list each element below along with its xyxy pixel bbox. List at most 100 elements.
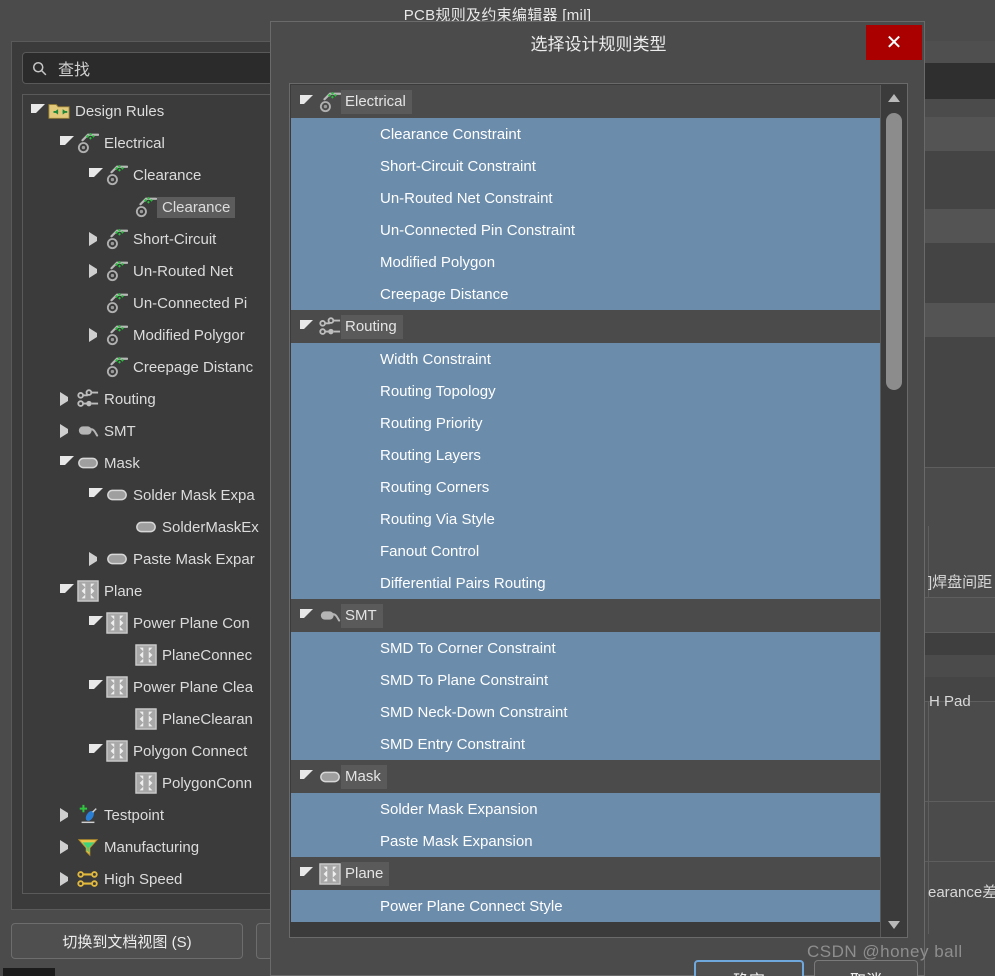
tree-arrow-placeholder xyxy=(118,200,132,214)
tree-item-clearance[interactable]: Clearance xyxy=(23,191,297,223)
close-icon[interactable]: ✕ xyxy=(866,25,922,60)
rule-type-item[interactable]: Solder Mask Expansion xyxy=(291,793,891,825)
tree-item-solder-mask-expa[interactable]: Solder Mask Expa xyxy=(23,479,297,511)
taskbar-indicator xyxy=(3,968,55,976)
rule-group-header-plane[interactable]: Plane xyxy=(291,857,891,890)
tree-item-short-circuit[interactable]: Short-Circuit xyxy=(23,223,297,255)
cancel-button[interactable]: 取消 xyxy=(814,960,918,976)
rule-type-item[interactable]: Paste Mask Expansion xyxy=(291,825,891,857)
chevron-down-icon[interactable] xyxy=(300,770,313,783)
tree-item-paste-mask-expar[interactable]: Paste Mask Expar xyxy=(23,543,297,575)
list-scrollbar[interactable] xyxy=(880,85,907,937)
tree-item-label: Power Plane Con xyxy=(133,614,250,632)
chevron-right-icon[interactable] xyxy=(89,552,103,566)
rule-type-item[interactable]: Short-Circuit Constraint xyxy=(291,150,891,182)
tree-arrow-placeholder xyxy=(118,520,132,534)
chevron-down-icon[interactable] xyxy=(60,136,74,150)
bg-text-1: H Pad xyxy=(929,693,971,710)
tree-item-smt[interactable]: SMT xyxy=(23,415,297,447)
rule-type-item[interactable]: SMD Entry Constraint xyxy=(291,728,891,760)
tree-item-label: Electrical xyxy=(104,134,165,152)
tree-item-creepage-distanc[interactable]: Creepage Distanc xyxy=(23,351,297,383)
scroll-up-button[interactable] xyxy=(881,85,907,111)
tree-item-design-rules[interactable]: Design Rules xyxy=(23,95,297,127)
scroll-down-button[interactable] xyxy=(881,912,907,937)
search-input[interactable]: 查找 xyxy=(22,52,280,84)
rule-type-item[interactable]: Differential Pairs Routing xyxy=(291,567,891,599)
rule-type-item[interactable]: Fanout Control xyxy=(291,535,891,567)
mask-icon xyxy=(78,457,98,469)
chevron-down-icon[interactable] xyxy=(300,609,313,622)
chevron-right-icon[interactable] xyxy=(60,840,74,854)
ok-button[interactable]: 确定 xyxy=(694,960,804,976)
tree-item-label: Un-Connected Pi xyxy=(133,294,248,312)
tree-item-soldermaskex[interactable]: SolderMaskEx xyxy=(23,511,297,543)
tree-item-polygonconn[interactable]: PolygonConn xyxy=(23,767,297,799)
chevron-right-icon[interactable] xyxy=(89,328,103,342)
folder-rules-icon xyxy=(48,104,70,119)
tree-item-polygon-connect[interactable]: Polygon Connect xyxy=(23,735,297,767)
tree-item-power-plane-con[interactable]: Power Plane Con xyxy=(23,607,297,639)
chevron-down-icon[interactable] xyxy=(60,584,74,598)
mask-icon xyxy=(136,521,156,533)
tree-item-label: Plane xyxy=(104,582,143,600)
tree-item-planeconnec[interactable]: PlaneConnec xyxy=(23,639,297,671)
tree-item-plane[interactable]: Plane xyxy=(23,575,297,607)
rule-type-item[interactable]: Un-Routed Net Constraint xyxy=(291,182,891,214)
chevron-right-icon[interactable] xyxy=(89,232,103,246)
manufacturing-icon xyxy=(77,839,99,857)
mask-icon xyxy=(107,489,127,501)
rule-type-item[interactable]: Routing Priority xyxy=(291,407,891,439)
chevron-down-icon[interactable] xyxy=(89,744,103,758)
rule-group-label: Electrical xyxy=(341,89,412,114)
rule-type-item[interactable]: Routing Topology xyxy=(291,375,891,407)
rule-type-item[interactable]: Routing Via Style xyxy=(291,503,891,535)
chevron-right-icon[interactable] xyxy=(89,264,103,278)
rule-type-item[interactable]: SMD Neck-Down Constraint xyxy=(291,696,891,728)
chevron-down-icon[interactable] xyxy=(89,488,103,502)
chevron-down-icon[interactable] xyxy=(60,456,74,470)
chevron-down-icon[interactable] xyxy=(300,320,313,333)
design-rules-tree[interactable]: Design Rules Electrical Clearance Clearance… xyxy=(22,94,297,894)
tree-item-planeclearan[interactable]: PlaneClearan xyxy=(23,703,297,735)
rule-group-header-routing[interactable]: Routing xyxy=(291,310,891,343)
switch-to-document-view-button[interactable]: 切换到文档视图 (S) xyxy=(11,923,243,959)
tree-item-routing[interactable]: Routing xyxy=(23,383,297,415)
chevron-right-icon[interactable] xyxy=(60,392,74,406)
rule-type-item[interactable]: Modified Polygon xyxy=(291,246,891,278)
rule-group-header-electrical[interactable]: Electrical xyxy=(291,85,891,118)
tree-item-modified-polygor[interactable]: Modified Polygor xyxy=(23,319,297,351)
chevron-down-icon[interactable] xyxy=(300,95,313,108)
tree-item-testpoint[interactable]: Testpoint xyxy=(23,799,297,831)
rule-type-item[interactable]: Routing Corners xyxy=(291,471,891,503)
chevron-right-icon[interactable] xyxy=(60,424,74,438)
tree-item-un-routed-net[interactable]: Un-Routed Net xyxy=(23,255,297,287)
rule-group-header-smt[interactable]: SMT xyxy=(291,599,891,632)
tree-item-label: Mask xyxy=(104,454,140,472)
rule-type-item[interactable]: Width Constraint xyxy=(291,343,891,375)
chevron-down-icon[interactable] xyxy=(89,168,103,182)
scrollbar-thumb[interactable] xyxy=(886,113,902,390)
tree-item-mask[interactable]: Mask xyxy=(23,447,297,479)
tree-item-power-plane-clea[interactable]: Power Plane Clea xyxy=(23,671,297,703)
rule-type-item[interactable]: SMD To Corner Constraint xyxy=(291,632,891,664)
chevron-down-icon[interactable] xyxy=(89,616,103,630)
rule-type-item[interactable]: Routing Layers xyxy=(291,439,891,471)
rule-group-header-mask[interactable]: Mask xyxy=(291,760,891,793)
chevron-down-icon[interactable] xyxy=(89,680,103,694)
rule-type-item[interactable]: Power Plane Connect Style xyxy=(291,890,891,922)
rule-type-item[interactable]: Clearance Constraint xyxy=(291,118,891,150)
rule-type-item[interactable]: Creepage Distance xyxy=(291,278,891,310)
tree-item-manufacturing[interactable]: Manufacturing xyxy=(23,831,297,863)
chevron-down-icon[interactable] xyxy=(300,867,313,880)
chevron-down-icon[interactable] xyxy=(31,104,45,118)
tree-item-electrical[interactable]: Electrical xyxy=(23,127,297,159)
tree-item-un-connected-pi[interactable]: Un-Connected Pi xyxy=(23,287,297,319)
rule-type-list[interactable]: Electrical Clearance Constraint Short-Circ… xyxy=(289,83,908,938)
chevron-right-icon[interactable] xyxy=(60,808,74,822)
rule-type-item[interactable]: SMD To Plane Constraint xyxy=(291,664,891,696)
tree-item-clearance[interactable]: Clearance xyxy=(23,159,297,191)
tree-item-high-speed[interactable]: High Speed xyxy=(23,863,297,893)
chevron-right-icon[interactable] xyxy=(60,872,74,886)
rule-type-item[interactable]: Un-Connected Pin Constraint xyxy=(291,214,891,246)
